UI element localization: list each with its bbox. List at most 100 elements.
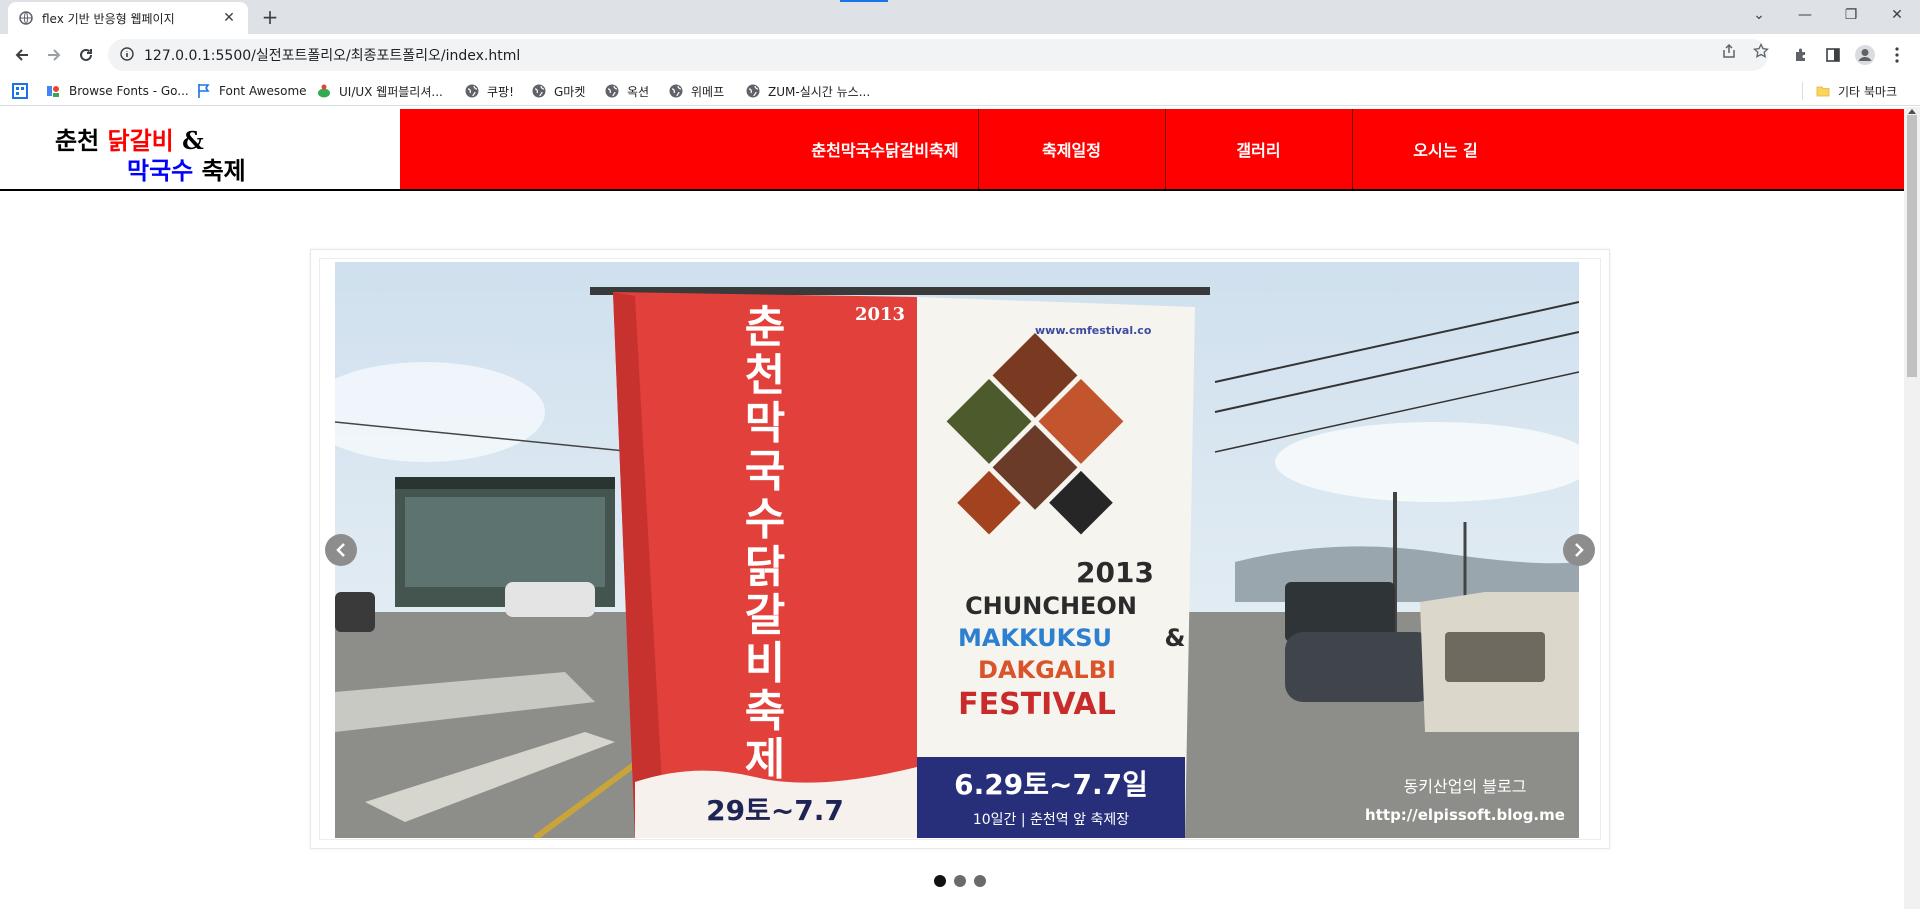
apps-icon[interactable] xyxy=(12,82,35,100)
tab-search-icon[interactable]: ⌄ xyxy=(1736,0,1782,30)
banner-char: 막 xyxy=(745,398,785,449)
logo-line-2: 막국수 축제 xyxy=(127,156,246,185)
banner-site: www.cmfestival.co xyxy=(1035,324,1152,337)
side-panel-icon[interactable] xyxy=(1821,43,1845,67)
bookmark-star-icon[interactable] xyxy=(1752,42,1770,60)
folder-icon xyxy=(1815,83,1831,99)
bookmark-coupang[interactable]: 쿠팡! xyxy=(464,82,514,100)
arrow-left-icon xyxy=(15,49,28,61)
banner-char: 국 xyxy=(745,446,785,497)
forward-button[interactable] xyxy=(40,41,68,69)
slide-dot-1[interactable] xyxy=(934,875,946,887)
profile-avatar-icon[interactable] xyxy=(1853,43,1877,67)
arrow-right-icon xyxy=(48,49,61,61)
nav-item-gallery[interactable]: 갤러리 xyxy=(1165,109,1352,189)
url-text: 127.0.0.1:5500/실전포트폴리오/최종포트폴리오/index.htm… xyxy=(144,48,521,64)
globe-icon xyxy=(531,83,547,99)
share-icon[interactable] xyxy=(1720,42,1738,60)
banner-char: 수 xyxy=(745,494,785,545)
tab-title: flex 기반 반응형 웹페이지 xyxy=(42,11,175,26)
nav-item-festival[interactable]: 춘천막국수닭갈비축제 xyxy=(795,109,975,189)
banner-line2: MAKKUKSU xyxy=(958,624,1112,652)
bookmark-google-fonts[interactable]: Browse Fonts - Go... xyxy=(46,82,189,100)
scroll-up-arrow-icon[interactable] xyxy=(1908,109,1916,114)
tab-strip: flex 기반 반응형 웹페이지 ✕ + ⌄ — ❐ ✕ xyxy=(0,0,1920,34)
banner-venue: 10일간 | 춘천역 앞 축제장 xyxy=(973,812,1129,828)
menu-kebab-icon[interactable] xyxy=(1885,43,1909,67)
scroll-thumb[interactable] xyxy=(1907,115,1917,377)
chevron-left-icon xyxy=(336,543,345,557)
festival-banner-photo: 2013 춘 천 막 국 수 닭 갈 비 축 제 29토~7.7 www.cmf… xyxy=(335,262,1579,838)
banner-left-date: 29토~7.7 xyxy=(706,794,844,827)
banner-char: 갈 xyxy=(745,590,785,641)
bookmark-label: G마켓 xyxy=(554,84,586,99)
info-icon[interactable] xyxy=(120,46,134,65)
flag-icon xyxy=(196,83,212,99)
slide-dot-3[interactable] xyxy=(974,875,986,887)
address-bar[interactable]: 127.0.0.1:5500/실전포트폴리오/최종포트폴리오/index.htm… xyxy=(108,39,1768,71)
watermark-url: http://elpissoft.blog.me xyxy=(1365,806,1565,824)
banner-char: 축 xyxy=(745,686,785,737)
minimize-button[interactable]: — xyxy=(1782,0,1828,30)
slide-dot-2[interactable] xyxy=(954,875,966,887)
banner-line4: FESTIVAL xyxy=(958,687,1116,722)
banner-char: 비 xyxy=(745,638,785,689)
banner-right-year: 2013 xyxy=(1076,556,1154,589)
chevron-right-icon xyxy=(1575,543,1584,557)
banner-line3: DAKGALBI xyxy=(978,656,1116,684)
bookmark-wemakeprice[interactable]: 위메프 xyxy=(668,82,724,100)
prev-slide-button[interactable] xyxy=(325,534,357,566)
globe-icon xyxy=(745,83,761,99)
browser-toolbar: 127.0.0.1:5500/실전포트폴리오/최종포트폴리오/index.htm… xyxy=(0,34,1920,76)
extensions-icon[interactable] xyxy=(1789,43,1813,67)
banner-right-date: 6.29토~7.7일 xyxy=(954,768,1148,801)
close-window-button[interactable]: ✕ xyxy=(1874,0,1920,30)
active-tab[interactable]: flex 기반 반응형 웹페이지 ✕ xyxy=(8,2,248,34)
globe-icon xyxy=(464,83,480,99)
banner-amp: & xyxy=(1165,624,1186,652)
page-viewport: 춘천 닭갈비 & 막국수 축제 춘천막국수닭갈비축제 축제일정 갤러리 오시는 … xyxy=(0,107,1904,909)
bookmark-font-awesome[interactable]: Font Awesome xyxy=(196,82,307,100)
globe-icon xyxy=(18,10,34,26)
slider-pagination xyxy=(934,875,986,887)
banner-year: 2013 xyxy=(855,304,905,325)
watermark-signature: 동키산업의 블로그 xyxy=(1404,777,1527,796)
bookmark-auction[interactable]: 옥션 xyxy=(604,82,649,100)
globe-icon xyxy=(604,83,620,99)
nav-item-directions[interactable]: 오시는 길 xyxy=(1352,109,1539,189)
bookmark-label: Browse Fonts - Go... xyxy=(69,84,189,98)
bookmark-gmarket[interactable]: G마켓 xyxy=(531,82,585,100)
bookmark-zum[interactable]: ZUM-실시간 뉴스... xyxy=(745,82,870,100)
bookmark-label: 쿠팡! xyxy=(487,84,514,99)
bookmark-label: ZUM-실시간 뉴스... xyxy=(768,84,871,99)
banner-char: 제 xyxy=(745,734,785,785)
bookmark-label: UI/UX 웹퍼블리셔... xyxy=(339,84,443,99)
banner-char: 천 xyxy=(745,350,785,401)
bookmark-label: 옥션 xyxy=(627,84,650,99)
banner-line1: CHUNCHEON xyxy=(965,592,1137,620)
back-button[interactable] xyxy=(8,41,36,69)
banner-char: 춘 xyxy=(745,302,785,353)
reload-button[interactable] xyxy=(72,41,100,69)
reload-icon xyxy=(80,48,92,61)
main-nav: 춘천막국수닭갈비축제 축제일정 갤러리 오시는 길 xyxy=(400,109,1904,189)
page-scrollbar[interactable] xyxy=(1904,107,1920,909)
tab-indicator xyxy=(840,0,888,2)
bookmark-uiux[interactable]: UI/UX 웹퍼블리셔... xyxy=(316,82,443,100)
bookmark-label: 위메프 xyxy=(691,84,725,99)
google-fonts-icon xyxy=(46,83,62,99)
next-slide-button[interactable] xyxy=(1563,534,1595,566)
site-logo[interactable]: 춘천 닭갈비 & 막국수 축제 xyxy=(55,121,255,185)
restore-button[interactable]: ❐ xyxy=(1828,0,1874,30)
other-bookmarks[interactable]: 기타 북마크 xyxy=(1802,82,1897,100)
bookmark-label: Font Awesome xyxy=(219,84,307,98)
nav-item-schedule[interactable]: 축제일정 xyxy=(978,109,1165,189)
bookmark-label: 기타 북마크 xyxy=(1838,84,1898,99)
image-slider: 2013 춘 천 막 국 수 닭 갈 비 축 제 29토~7.7 www.cmf… xyxy=(310,249,1610,849)
new-tab-button[interactable]: + xyxy=(258,5,282,29)
banner-char: 닭 xyxy=(745,542,785,593)
bookmarks-bar: Browse Fonts - Go... Font Awesome UI/UX … xyxy=(0,76,1920,106)
tab-close-icon[interactable]: ✕ xyxy=(220,10,238,26)
leaf-icon xyxy=(316,83,332,99)
site-header: 춘천 닭갈비 & 막국수 축제 춘천막국수닭갈비축제 축제일정 갤러리 오시는 … xyxy=(0,109,1904,191)
